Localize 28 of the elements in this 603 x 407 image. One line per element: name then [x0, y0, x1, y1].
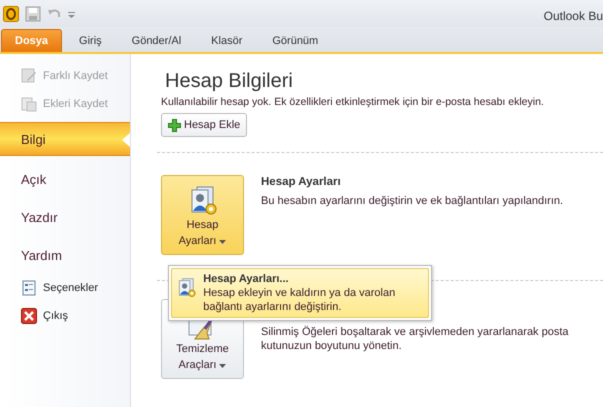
window-title: Outlook Bu: [544, 8, 603, 22]
close-icon: [21, 308, 37, 324]
section-description: Bu hesabın ayarlarını değiştirin ve ek bağlantıları yapılandırın.: [261, 194, 564, 208]
app-icon[interactable]: [3, 6, 19, 22]
ribbon-tab[interactable]: Gönder/Al: [118, 29, 194, 52]
menu-item[interactable]: Hesap Ayarları... Hesap ekleyin ve kaldırın ya da varolan bağlantı ayarlarını değiştirin.: [171, 268, 429, 318]
sidebar-tab[interactable]: Bilgi: [0, 122, 130, 156]
sidebar-tab[interactable]: Yardım: [0, 236, 130, 274]
ribbon-tab[interactable]: Görünüm: [259, 29, 332, 52]
page-title: Hesap Bilgileri: [165, 70, 294, 93]
section-heading: Hesap Ayarları: [261, 176, 342, 188]
section-description: Silinmiş Öğeleri boşaltarak ve arşivlemeden yararlanarak posta kutunuzun boyutunu yönetin.: [261, 325, 570, 353]
dropdown-button[interactable]: Hesap Ayarları: [161, 175, 244, 255]
sidebar-tab[interactable]: Açık: [0, 160, 130, 198]
ribbon-tab[interactable]: Giriş: [66, 29, 115, 52]
add-account-button[interactable]: Hesap Ekle: [161, 113, 248, 137]
info-text: Kullanılabilir hesap yok. Ek özellikleri etkinleştirmek için bir e-posta hesabı ekleyin.: [161, 96, 545, 108]
menu-item[interactable]: Çıkış: [0, 302, 130, 330]
sidebar-tab[interactable]: Yazdır: [0, 198, 130, 236]
menu-item[interactable]: Seçenekler: [0, 274, 130, 302]
save-as-icon: [21, 68, 37, 84]
plus-icon: [168, 118, 181, 132]
caret-icon: [219, 364, 226, 368]
ribbon-tab[interactable]: Klasör: [198, 29, 256, 52]
options-icon: [21, 280, 37, 296]
save-icon[interactable]: [25, 6, 41, 22]
caret-icon: [219, 240, 226, 244]
documents-icon: [21, 96, 37, 112]
